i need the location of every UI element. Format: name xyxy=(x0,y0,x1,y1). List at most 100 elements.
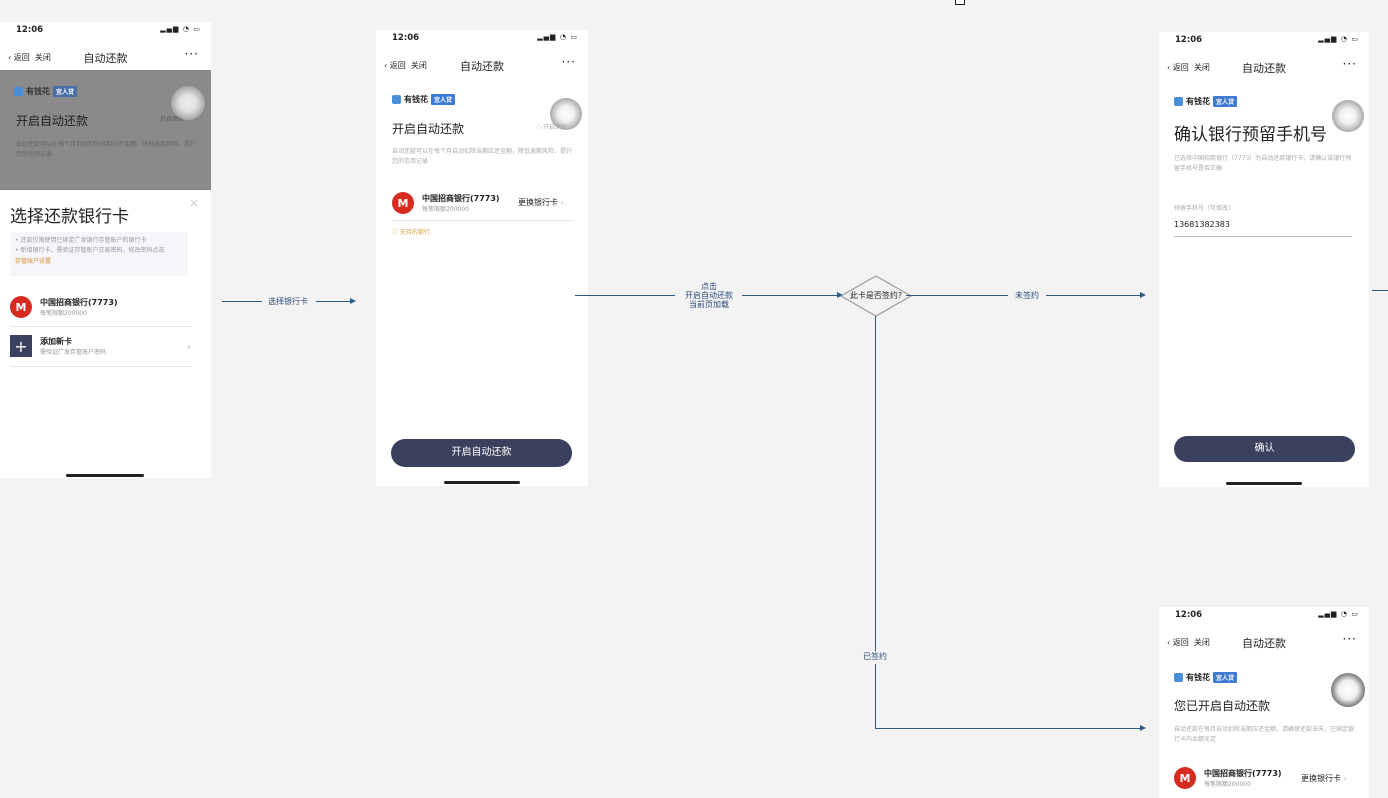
page-heading: 您已开启自动还款 xyxy=(1174,699,1271,713)
status-bar: 12:06 ▂▄▆ ◔ ▭ xyxy=(1159,32,1369,52)
bank-limit: 每笔限额200000 xyxy=(1204,781,1251,788)
avatar[interactable] xyxy=(1331,673,1365,707)
brand-tag: 宜人贷 xyxy=(431,94,456,105)
flow-label-not-signed: 未签约 xyxy=(1008,291,1046,300)
page-heading: 开启自动还款 xyxy=(16,114,89,128)
cmb-logo-icon: M xyxy=(392,192,414,214)
status-time: 12:06 xyxy=(392,33,420,43)
sheet-title: 选择还款银行卡 xyxy=(10,207,129,227)
screen-confirm-phone: 12:06 ▂▄▆ ◔ ▭ ‹ 返回 关闭 自动还款 ··· 有钱花 宜人贷 确… xyxy=(1159,32,1369,487)
nav-bar: ‹ 返回 关闭 自动还款 ··· xyxy=(1159,54,1369,80)
add-card-label: 添加新卡 xyxy=(40,337,72,346)
flow-line xyxy=(1046,295,1140,296)
signal-battery-icon: ▂▄▆ ◔ ▭ xyxy=(160,25,201,33)
nav-bar: ‹ 返回 关闭 自动还款 ··· xyxy=(0,44,211,70)
bank-name: 中国招商银行(7773) xyxy=(1204,769,1282,778)
brand-name: 有钱花 xyxy=(26,87,50,96)
status-time: 12:06 xyxy=(16,25,44,35)
divider xyxy=(392,220,574,221)
brand-name: 有钱花 xyxy=(404,95,428,104)
cmb-logo-icon: M xyxy=(10,296,32,318)
close-icon[interactable]: × xyxy=(189,196,199,210)
nav-bar: ‹ 返回 关闭 自动还款 ··· xyxy=(1159,629,1369,655)
add-card-option[interactable]: + 添加新卡 需验证广发存管账户密码 xyxy=(10,335,106,357)
supported-banks-link[interactable]: ⓘ 支持的银行 xyxy=(392,228,430,238)
brand-logo: 有钱花 宜人贷 xyxy=(1174,96,1238,107)
flow-line xyxy=(875,728,1140,729)
page-heading: 确认银行预留手机号 xyxy=(1174,125,1327,145)
bank-limit: 每笔限额200000 xyxy=(40,310,87,317)
bank-card-option[interactable]: M 中国招商银行(7773) 每笔限额200000 xyxy=(10,296,118,318)
bank-name: 中国招商银行(7773) xyxy=(422,194,500,203)
phone-input-value: 13681382383 xyxy=(1174,220,1230,229)
status-bar: 12:06 ▂▄▆ ◔ ▭ xyxy=(1159,607,1369,627)
more-icon[interactable]: ··· xyxy=(1343,57,1357,71)
signal-battery-icon: ▂▄▆ ◔ ▭ xyxy=(1318,35,1359,43)
flow-line xyxy=(906,295,1008,296)
brand-icon xyxy=(1174,97,1183,106)
change-card-button[interactable]: 更换银行卡 › xyxy=(518,197,564,208)
chevron-right-icon: › xyxy=(187,342,191,353)
bottom-sheet: 选择还款银行卡 × • 还款仅限使用已绑定广发银行存管账户的银行卡 • 新增银行… xyxy=(0,190,211,478)
status-time: 12:06 xyxy=(1175,610,1203,620)
more-icon[interactable]: ··· xyxy=(562,55,576,69)
nav-title: 自动还款 xyxy=(1242,637,1286,650)
flow-line xyxy=(875,316,876,651)
description: 自动还款可以在每个月自动扣除当期应还金额，降低逾期风险，提升您的信用记录 xyxy=(16,141,197,158)
flow-line xyxy=(742,295,837,296)
add-card-sub: 需验证广发存管账户密码 xyxy=(40,349,107,356)
home-indicator xyxy=(1226,482,1302,485)
bank-card-row: M 中国招商银行(7773) 每笔限额200000 xyxy=(1174,767,1282,789)
brand-logo: 有钱花 宜人贷 xyxy=(14,86,78,97)
brand-logo: 有钱花 宜人贷 xyxy=(392,94,456,105)
flow-label-select-card: 选择银行卡 xyxy=(262,297,314,306)
nav-title: 自动还款 xyxy=(460,60,504,73)
cmb-logo-icon: M xyxy=(1174,767,1196,789)
brand-icon xyxy=(392,95,401,104)
status-time: 12:06 xyxy=(1175,35,1203,45)
more-icon[interactable]: ··· xyxy=(185,47,199,61)
brand-tag: 宜人贷 xyxy=(53,86,78,97)
arrow-head-icon xyxy=(350,298,356,304)
divider xyxy=(10,366,191,367)
flow-line xyxy=(575,295,675,296)
bank-card-row: M 中国招商银行(7773) 每笔限额200000 xyxy=(392,192,500,214)
notice-link[interactable]: 存管账户设置 xyxy=(15,257,51,267)
nav-title: 自动还款 xyxy=(83,52,128,65)
description: 自动还款在每月自动扣除当期应还金额，请确保还款当天，已绑定银行卡内余额充足 xyxy=(1174,726,1355,743)
phone-field-label: 预留手机号（可修改） xyxy=(1174,205,1235,212)
page-heading: 开启自动还款 xyxy=(392,122,465,136)
description: 自动还款可以在每个月自动扣除当期应还金额，降低逾期风险，提升您的信用记录 xyxy=(392,148,573,165)
avatar[interactable] xyxy=(1332,100,1364,132)
brand-tag: 宜人贷 xyxy=(1213,96,1238,107)
home-indicator xyxy=(444,481,520,484)
marker-icon xyxy=(955,0,965,5)
brand-icon xyxy=(14,87,23,96)
brand-icon xyxy=(1174,673,1183,682)
dim-overlay[interactable]: 有钱花 宜人贷 开启自动还款 开启须知 自动还款可以在每个月自动扣除当期应还金额… xyxy=(0,70,211,190)
change-card-button[interactable]: 更换银行卡 › xyxy=(1301,773,1347,784)
nav-title: 自动还款 xyxy=(1242,62,1286,75)
home-indicator xyxy=(66,474,144,477)
status-bar: 12:06 ▂▄▆ ◔ ▭ xyxy=(376,30,588,50)
flow-line xyxy=(1372,290,1388,291)
notice-box: • 还款仅限使用已绑定广发银行存管账户的银行卡 • 新增银行卡，需验证存管账户交… xyxy=(10,232,188,276)
brand-name: 有钱花 xyxy=(1186,97,1210,106)
screen-open-auto-repay: 12:06 ▂▄▆ ◔ ▭ ‹ 返回 关闭 自动还款 ··· 有钱花 宜人贷 开… xyxy=(376,30,588,486)
bank-limit: 每笔限额200000 xyxy=(422,206,469,213)
flow-label-click: 点击 开启自动还款 当前页加载 xyxy=(676,282,742,309)
decision-label: 此卡是否签约? xyxy=(849,291,903,300)
screen-select-card: 12:06 ▂▄▆ ◔ ▭ ‹ 返回 关闭 自动还款 ··· 有钱花 宜人贷 开… xyxy=(0,22,211,478)
arrow-head-icon xyxy=(1140,292,1146,298)
open-auto-repay-button[interactable]: 开启自动还款 xyxy=(391,439,572,467)
more-icon[interactable]: ··· xyxy=(1343,632,1357,646)
status-bar: 12:06 ▂▄▆ ◔ ▭ xyxy=(0,22,211,42)
notice-line-1: • 还款仅限使用已绑定广发银行存管账户的银行卡 xyxy=(15,237,147,244)
phone-input[interactable]: 13681382383 xyxy=(1174,220,1352,237)
avatar[interactable] xyxy=(171,86,205,120)
screen-auto-repay-enabled: 12:06 ▂▄▆ ◔ ▭ ‹ 返回 关闭 自动还款 ··· 有钱花 宜人贷 您… xyxy=(1159,607,1369,798)
arrow-head-icon xyxy=(1140,725,1146,731)
confirm-button[interactable]: 确认 xyxy=(1174,436,1355,462)
chevron-right-icon: › xyxy=(1343,774,1347,783)
toggle-hint[interactable]: ◌ 开启须知 xyxy=(536,123,567,133)
